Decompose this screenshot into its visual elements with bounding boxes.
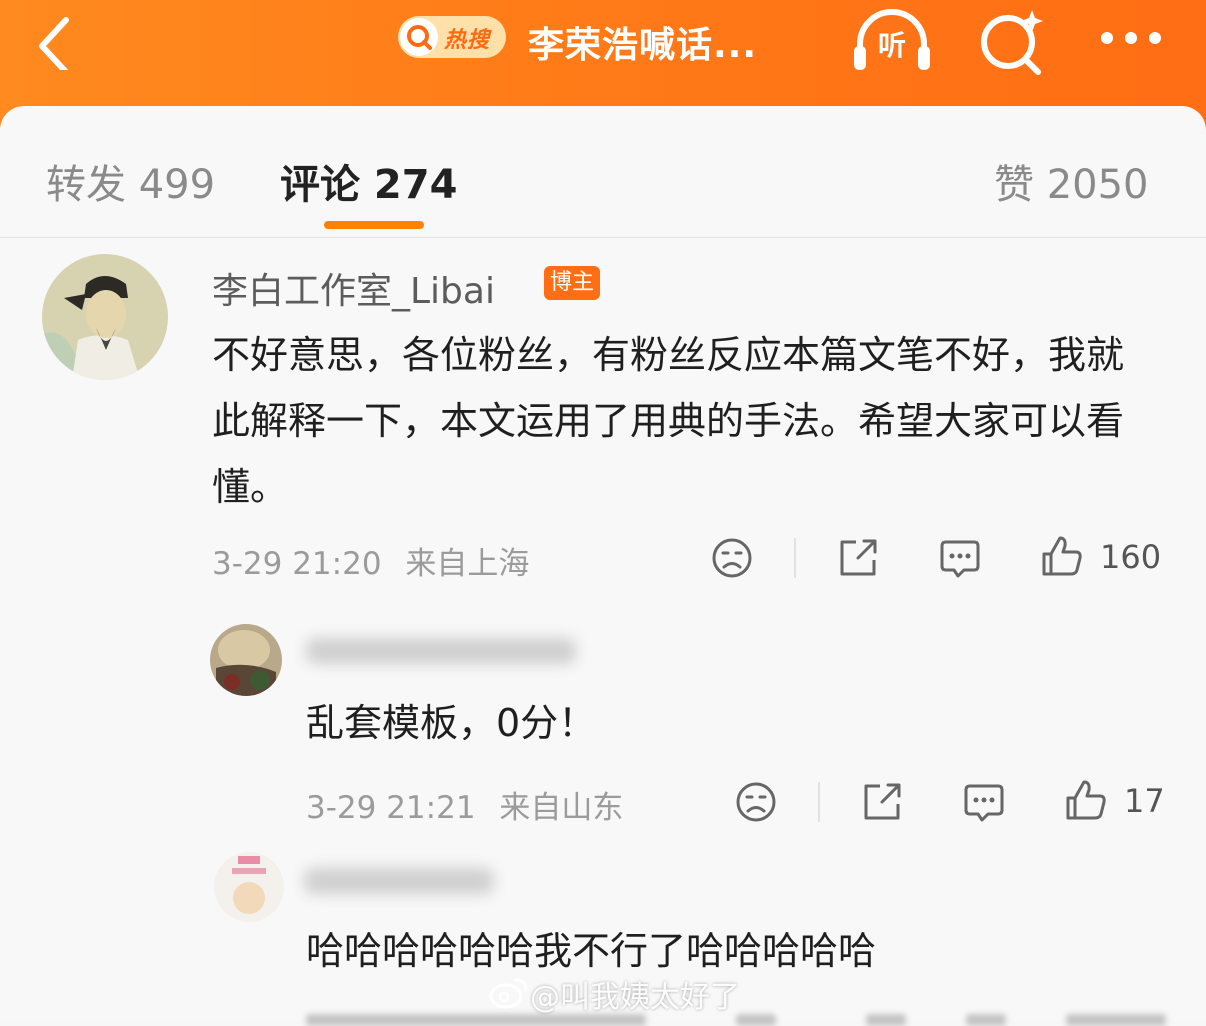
listen-button[interactable]: 听 (850, 8, 934, 74)
comment-time: 3-29 21:20 (212, 546, 382, 582)
comment-location: 来自上海 (405, 546, 530, 582)
comment-text: 乱套模板，0分！ (306, 701, 597, 745)
weibo-logo-icon (489, 978, 528, 1009)
share-icon[interactable] (836, 536, 880, 578)
like-count: 17 (1124, 782, 1165, 820)
comment-location: 来自山东 (499, 790, 624, 826)
avatar[interactable] (214, 852, 284, 922)
action-divider (794, 538, 796, 578)
comment-text: 不好意思，各位粉丝，有粉丝反应本篇文笔不好，我就此解释一下，本文运用了用典的手法… (212, 333, 1125, 509)
chevron-left-icon (39, 17, 69, 75)
comment-meta-time: 3-29 21:20 来自上海 (212, 538, 529, 583)
blurred-username (306, 638, 576, 664)
page-title: 李荣浩喊话... (528, 25, 758, 66)
dislike-icon[interactable] (711, 537, 753, 579)
tab-like[interactable]: 赞 2050 (994, 152, 1149, 210)
like-count: 160 (1100, 538, 1162, 576)
dislike-icon[interactable] (735, 781, 777, 823)
like-icon[interactable] (1064, 778, 1108, 822)
avatar[interactable] (42, 254, 168, 380)
tab-comment[interactable]: 评论 274 (280, 152, 457, 210)
share-icon[interactable] (860, 780, 904, 822)
comment-icon[interactable] (962, 780, 1006, 824)
comment-icon[interactable] (938, 536, 982, 580)
tab-divider (0, 237, 1206, 238)
search-icon (981, 10, 1043, 75)
hot-search-tag[interactable]: 热搜 (398, 16, 506, 58)
comments-card (0, 106, 1206, 1021)
blurred-meta-row (306, 1014, 1166, 1026)
hot-search-label: 热搜 (444, 28, 491, 53)
comment-time: 3-29 21:21 (306, 790, 476, 826)
watermark-text: @叫我姨太好了 (530, 980, 740, 1015)
tab-repost[interactable]: 转发 499 (46, 152, 215, 210)
hot-search-icon (400, 18, 438, 56)
comment-username[interactable]: 李白工作室_Libai (212, 262, 495, 314)
back-button[interactable] (30, 10, 86, 75)
active-tab-indicator (324, 221, 424, 229)
action-divider (818, 782, 820, 822)
like-icon[interactable] (1040, 534, 1084, 578)
avatar[interactable] (210, 624, 282, 696)
author-badge: 博主 (544, 266, 600, 300)
comment-meta-time: 3-29 21:21 来自山东 (306, 782, 623, 827)
more-icon (1101, 32, 1161, 44)
blurred-username (304, 868, 494, 894)
search-button[interactable] (976, 6, 1046, 76)
listen-label: 听 (877, 29, 906, 62)
more-options-button[interactable] (1098, 26, 1164, 50)
